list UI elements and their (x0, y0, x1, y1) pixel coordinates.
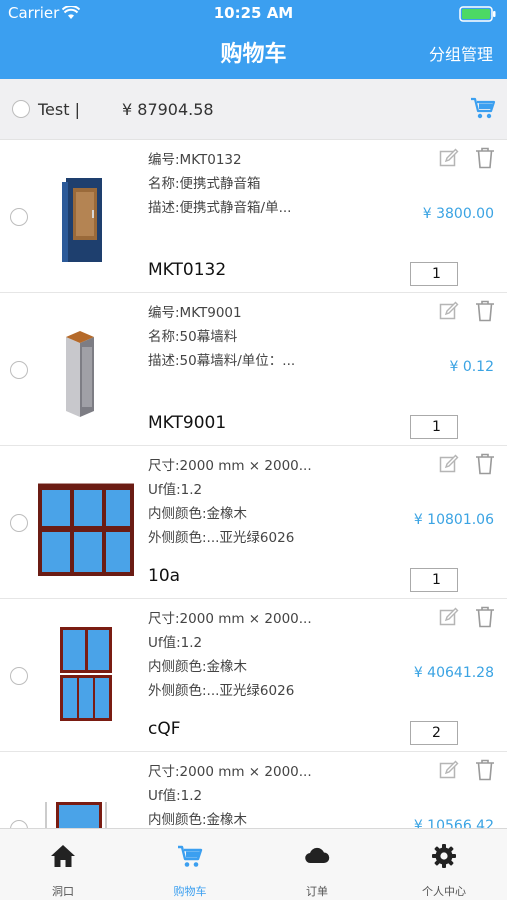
tab-label: 个人中心 (422, 885, 466, 898)
gear-icon (432, 844, 456, 868)
trash-icon[interactable] (475, 759, 495, 781)
trash-icon[interactable] (475, 606, 495, 628)
item-price: ¥ 0.12 (449, 359, 494, 375)
item-detail-line: 描述:便携式静音箱/单... (148, 200, 292, 216)
group-name: Test | (38, 100, 80, 119)
item-detail-line: 名称:便携式静音箱 (148, 176, 261, 192)
trash-icon[interactable] (475, 147, 495, 169)
group-total: ¥ 87904.58 (122, 100, 214, 119)
item-detail-line: Uf值:1.2 (148, 788, 203, 804)
tab-opening[interactable]: 洞口 (0, 829, 126, 900)
cart-item: 尺寸:2000 mm × 2000... Uf值:1.2 内侧颜色:金橡木 外侧… (0, 446, 507, 599)
tab-label: 订单 (306, 885, 328, 898)
item-detail-line: Uf值:1.2 (148, 635, 203, 651)
cart-item: 尺寸:2000 mm × 2000... Uf值:1.2 内侧颜色:金橡木 ¥ … (0, 752, 507, 828)
group-header: Test | ¥ 87904.58 (0, 79, 507, 140)
trash-icon[interactable] (475, 300, 495, 322)
edit-icon[interactable] (439, 607, 459, 627)
tab-cart[interactable]: 购物车 (127, 829, 253, 900)
product-image[interactable] (36, 466, 136, 576)
edit-icon[interactable] (439, 760, 459, 780)
cloud-icon (305, 847, 330, 864)
product-image[interactable] (36, 313, 136, 423)
item-name: cQF (148, 719, 181, 739)
item-detail-line: 尺寸:2000 mm × 2000... (148, 611, 312, 627)
item-select-radio[interactable] (10, 667, 28, 685)
tab-profile[interactable]: 个人中心 (381, 829, 507, 900)
item-details: 尺寸:2000 mm × 2000... Uf值:1.2 内侧颜色:金橡木 (148, 760, 328, 828)
quantity-input[interactable]: 1 (410, 568, 458, 592)
cart-item: 编号:MKT0132 名称:便携式静音箱 描述:便携式静音箱/单... MKT0… (0, 140, 507, 293)
item-price: ¥ 3800.00 (422, 206, 494, 222)
quantity-input[interactable]: 1 (410, 415, 458, 439)
item-select-radio[interactable] (10, 820, 28, 828)
item-detail-line: 内侧颜色:金橡木 (148, 506, 248, 522)
item-name: 10a (148, 566, 181, 586)
item-detail-line: 外侧颜色:...亚光绿6026 (148, 530, 295, 546)
item-select-radio[interactable] (10, 361, 28, 379)
edit-icon[interactable] (439, 301, 459, 321)
tab-orders[interactable]: 订单 (254, 829, 380, 900)
item-price: ¥ 10566.42 (413, 818, 494, 828)
item-detail-line: 外侧颜色:...亚光绿6026 (148, 683, 295, 699)
item-price: ¥ 10801.06 (413, 512, 494, 528)
item-details: 尺寸:2000 mm × 2000... Uf值:1.2 内侧颜色:金橡木 外侧… (148, 454, 328, 550)
battery-icon (459, 6, 496, 22)
item-detail-line: 编号:MKT9001 (148, 305, 242, 321)
tab-label: 购物车 (173, 885, 207, 898)
product-image[interactable] (36, 160, 136, 270)
group-manage-button[interactable]: 分组管理 (429, 41, 493, 65)
item-detail-line: 名称:50幕墙料 (148, 329, 238, 345)
cart-item: 编号:MKT9001 名称:50幕墙料 描述:50幕墙料/单位：... MKT9… (0, 293, 507, 446)
cart-icon[interactable] (470, 96, 496, 120)
product-image[interactable] (36, 772, 136, 828)
item-detail-line: 内侧颜色:金橡木 (148, 812, 248, 828)
edit-icon[interactable] (439, 454, 459, 474)
item-details: 编号:MKT0132 名称:便携式静音箱 描述:便携式静音箱/单... (148, 148, 328, 220)
item-select-radio[interactable] (10, 514, 28, 532)
tab-bar: 洞口 购物车 订单 个人中心 (0, 828, 507, 900)
item-detail-line: 描述:50幕墙料/单位：... (148, 353, 296, 369)
item-price: ¥ 40641.28 (413, 665, 494, 681)
cart-item-list: 编号:MKT0132 名称:便携式静音箱 描述:便携式静音箱/单... MKT0… (0, 140, 507, 828)
item-detail-line: 编号:MKT0132 (148, 152, 242, 168)
tab-label: 洞口 (52, 885, 74, 898)
cart-item: 尺寸:2000 mm × 2000... Uf值:1.2 内侧颜色:金橡木 外侧… (0, 599, 507, 752)
item-detail-line: Uf值:1.2 (148, 482, 203, 498)
status-time: 10:25 AM (213, 4, 294, 22)
header: Carrier 10:25 AM 购物车 分组管理 (0, 0, 507, 79)
item-detail-line: 尺寸:2000 mm × 2000... (148, 458, 312, 474)
quantity-input[interactable]: 2 (410, 721, 458, 745)
edit-icon[interactable] (439, 148, 459, 168)
item-details: 尺寸:2000 mm × 2000... Uf值:1.2 内侧颜色:金橡木 外侧… (148, 607, 328, 703)
quantity-input[interactable]: 1 (410, 262, 458, 286)
status-bar: Carrier 10:25 AM (0, 4, 507, 24)
item-name: MKT9001 (148, 413, 227, 433)
item-name: MKT0132 (148, 260, 227, 280)
trash-icon[interactable] (475, 453, 495, 475)
item-select-radio[interactable] (10, 208, 28, 226)
item-details: 编号:MKT9001 名称:50幕墙料 描述:50幕墙料/单位：... (148, 301, 328, 373)
item-detail-line: 尺寸:2000 mm × 2000... (148, 764, 312, 780)
group-select-radio[interactable] (12, 100, 30, 118)
item-detail-line: 内侧颜色:金橡木 (148, 659, 248, 675)
cart-icon (178, 845, 203, 867)
app: Carrier 10:25 AM 购物车 分组管理 Test | ¥ 87904… (0, 0, 507, 900)
product-image[interactable] (36, 619, 136, 729)
home-icon (51, 845, 75, 867)
